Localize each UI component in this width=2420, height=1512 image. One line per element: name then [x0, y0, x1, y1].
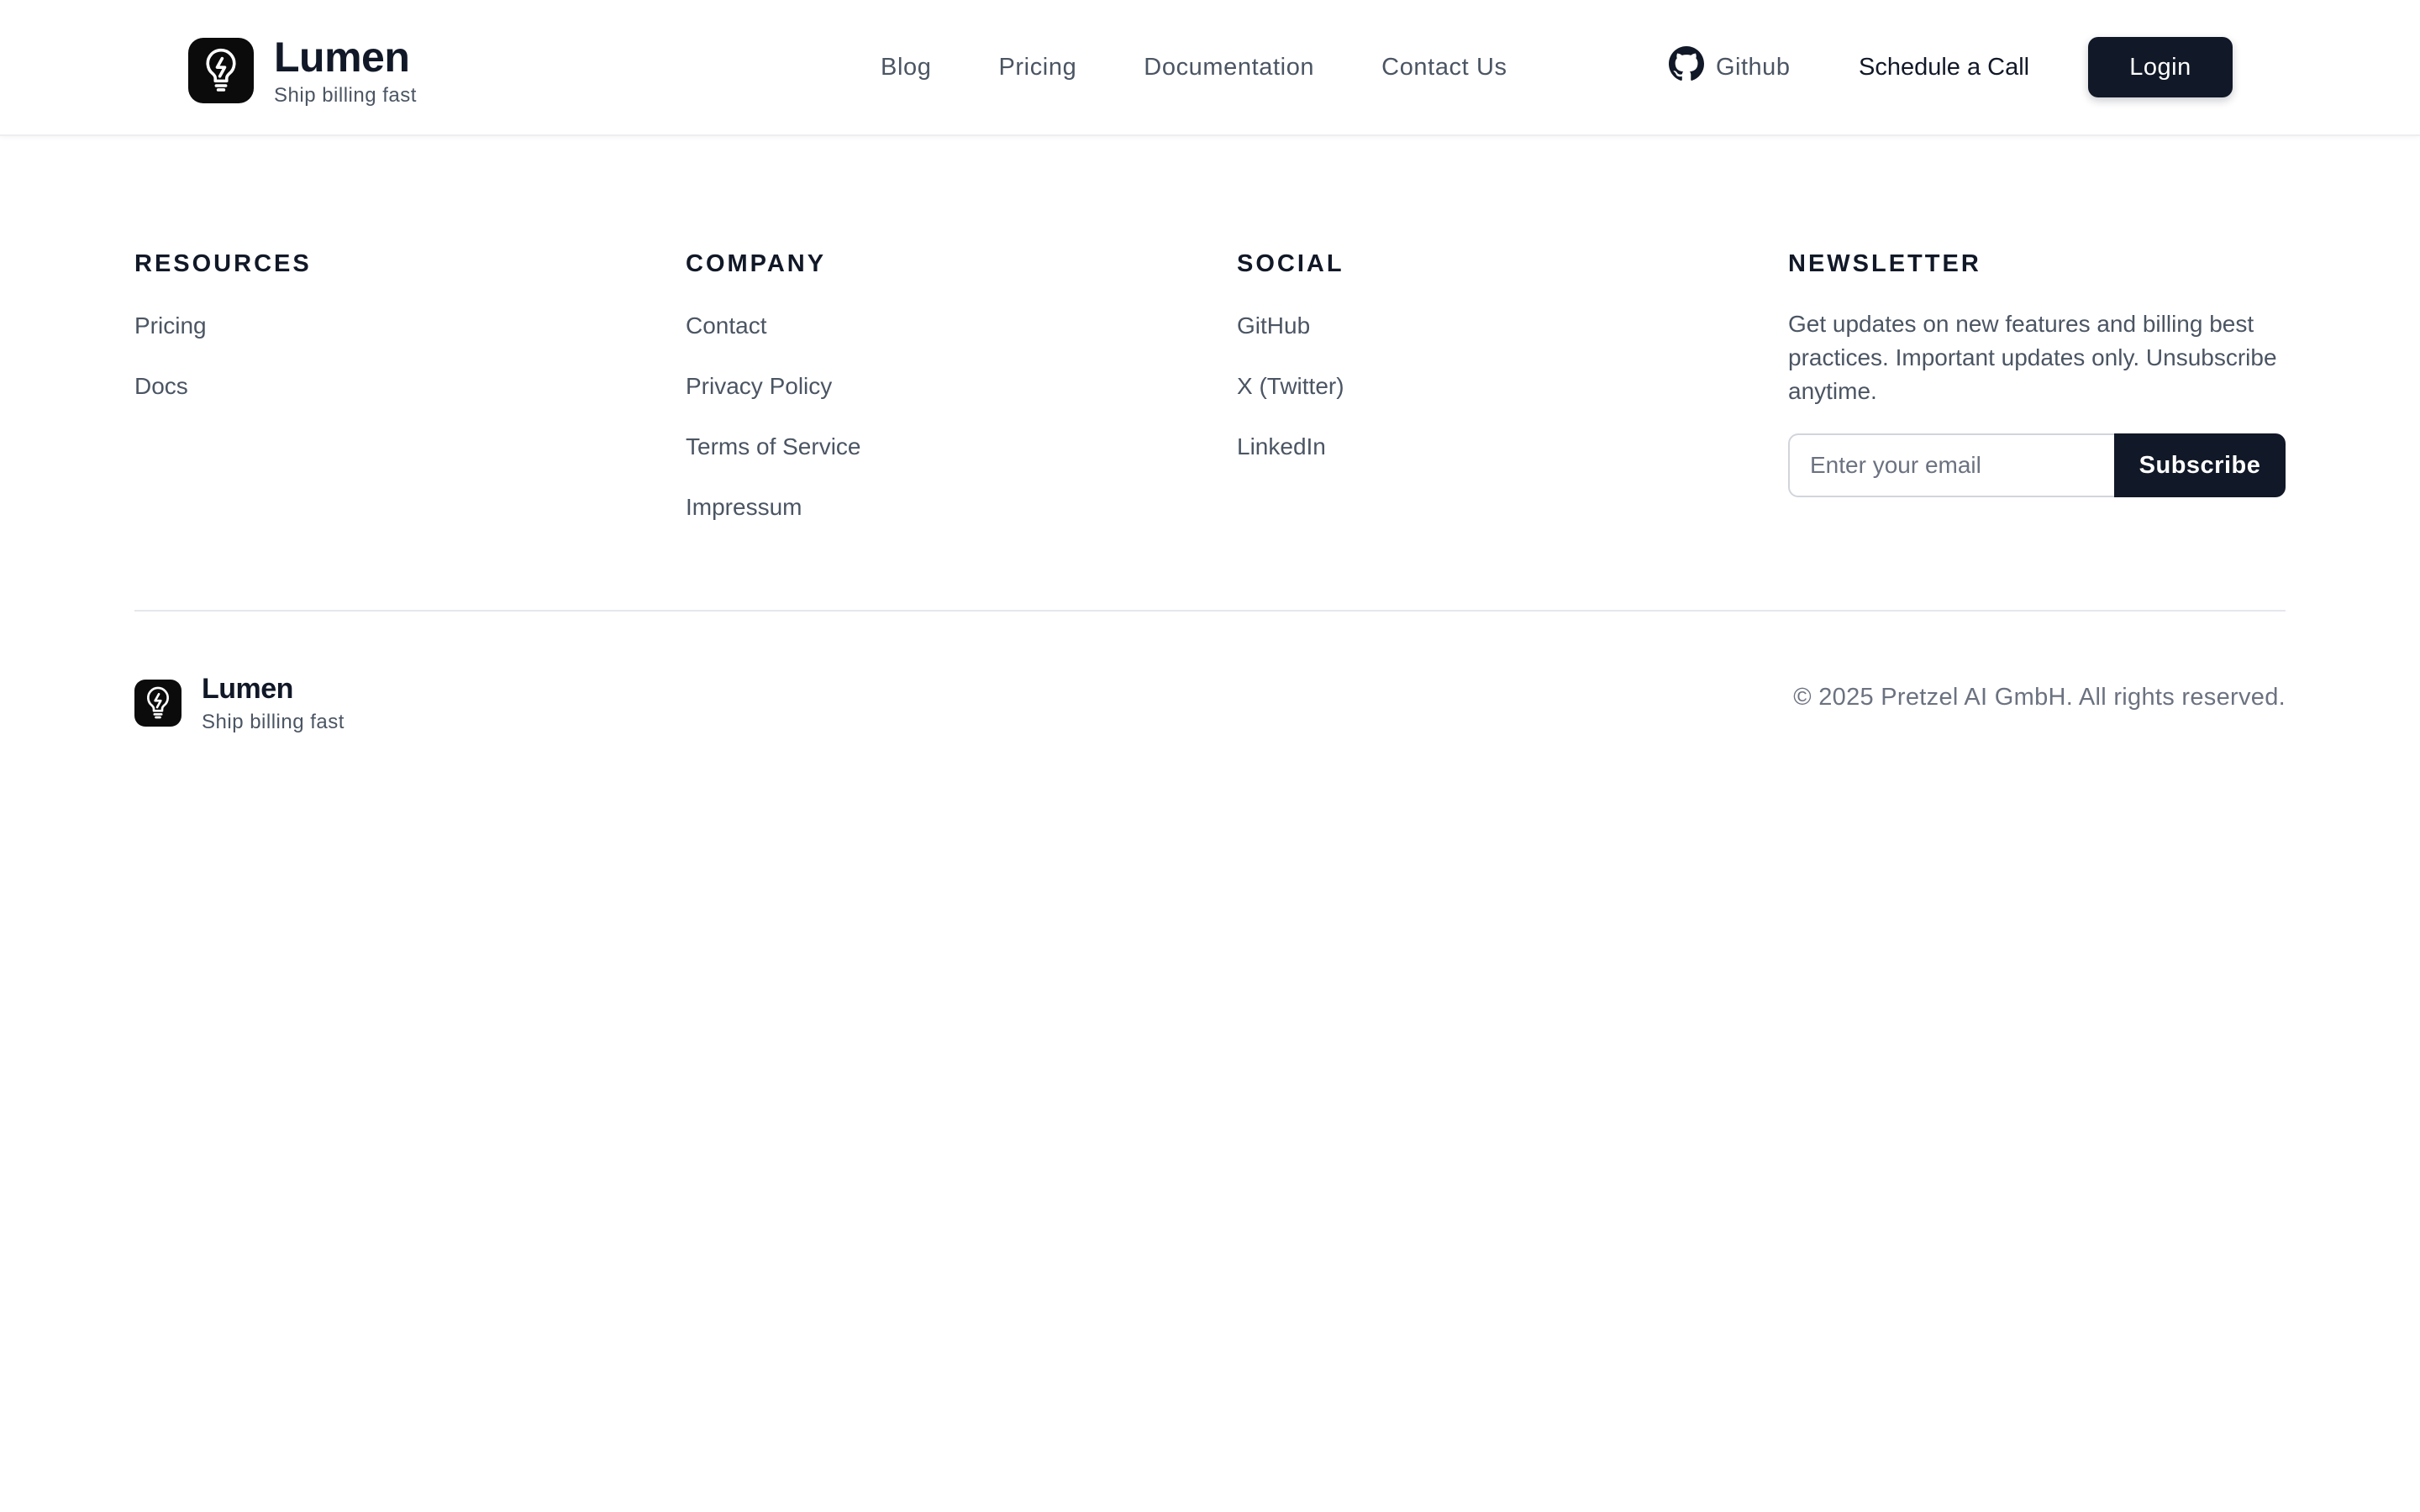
- lightbulb-bolt-icon: [134, 680, 182, 727]
- newsletter-description: Get updates on new features and billing …: [1788, 311, 2277, 404]
- column-heading: RESOURCES: [134, 250, 312, 277]
- brand-name: Lumen: [202, 673, 293, 705]
- newsletter-email-input[interactable]: [1788, 433, 2114, 497]
- column-heading: NEWSLETTER: [1788, 250, 1981, 277]
- brand-name: Lumen: [274, 34, 410, 81]
- copyright-text: © 2025 Pretzel AI GmbH. All rights reser…: [1793, 684, 2286, 711]
- nav-link-contact-us[interactable]: Contact Us: [1381, 54, 1507, 81]
- subscribe-button[interactable]: Subscribe: [2114, 433, 2286, 497]
- column-heading: COMPANY: [686, 250, 827, 277]
- login-button[interactable]: Login: [2088, 37, 2233, 97]
- footer-column-social: SOCIAL GitHub X (Twitter) LinkedIn: [1237, 249, 1344, 492]
- brand-tagline: Ship billing fast: [274, 84, 417, 107]
- nav-link-pricing[interactable]: Pricing: [998, 54, 1076, 81]
- main-nav: Blog Pricing Documentation Contact Us: [881, 47, 1507, 87]
- newsletter-form: Subscribe: [1788, 433, 2286, 497]
- footer-link-x-twitter[interactable]: X (Twitter): [1237, 371, 1344, 402]
- footer-brand[interactable]: Lumen Ship billing fast: [134, 672, 345, 734]
- brand-tagline: Ship billing fast: [202, 711, 345, 733]
- column-heading: SOCIAL: [1237, 250, 1344, 277]
- footer-link-docs[interactable]: Docs: [134, 371, 312, 402]
- nav-link-documentation[interactable]: Documentation: [1144, 54, 1314, 81]
- footer-divider: [134, 610, 2286, 612]
- github-label: Github: [1716, 53, 1791, 81]
- footer-link-github[interactable]: GitHub: [1237, 311, 1344, 341]
- lightbulb-bolt-icon: [188, 38, 254, 103]
- schedule-call-link[interactable]: Schedule a Call: [1859, 49, 2029, 86]
- github-link[interactable]: Github: [1669, 46, 1791, 88]
- footer-link-terms-of-service[interactable]: Terms of Service: [686, 432, 861, 462]
- header-brand[interactable]: Lumen Ship billing fast: [188, 34, 417, 108]
- site-header: Lumen Ship billing fast Blog Pricing Doc…: [0, 0, 2420, 136]
- footer-link-privacy-policy[interactable]: Privacy Policy: [686, 371, 861, 402]
- footer-column-resources: RESOURCES Pricing Docs: [134, 249, 312, 432]
- footer-link-pricing[interactable]: Pricing: [134, 311, 312, 341]
- footer-column-newsletter: NEWSLETTER Get updates on new features a…: [1788, 249, 2286, 497]
- github-icon: [1669, 46, 1704, 88]
- footer-link-contact[interactable]: Contact: [686, 311, 861, 341]
- footer-link-linkedin[interactable]: LinkedIn: [1237, 432, 1344, 462]
- footer-link-impressum[interactable]: Impressum: [686, 492, 861, 522]
- nav-link-blog[interactable]: Blog: [881, 54, 931, 81]
- footer-column-company: COMPANY Contact Privacy Policy Terms of …: [686, 249, 861, 553]
